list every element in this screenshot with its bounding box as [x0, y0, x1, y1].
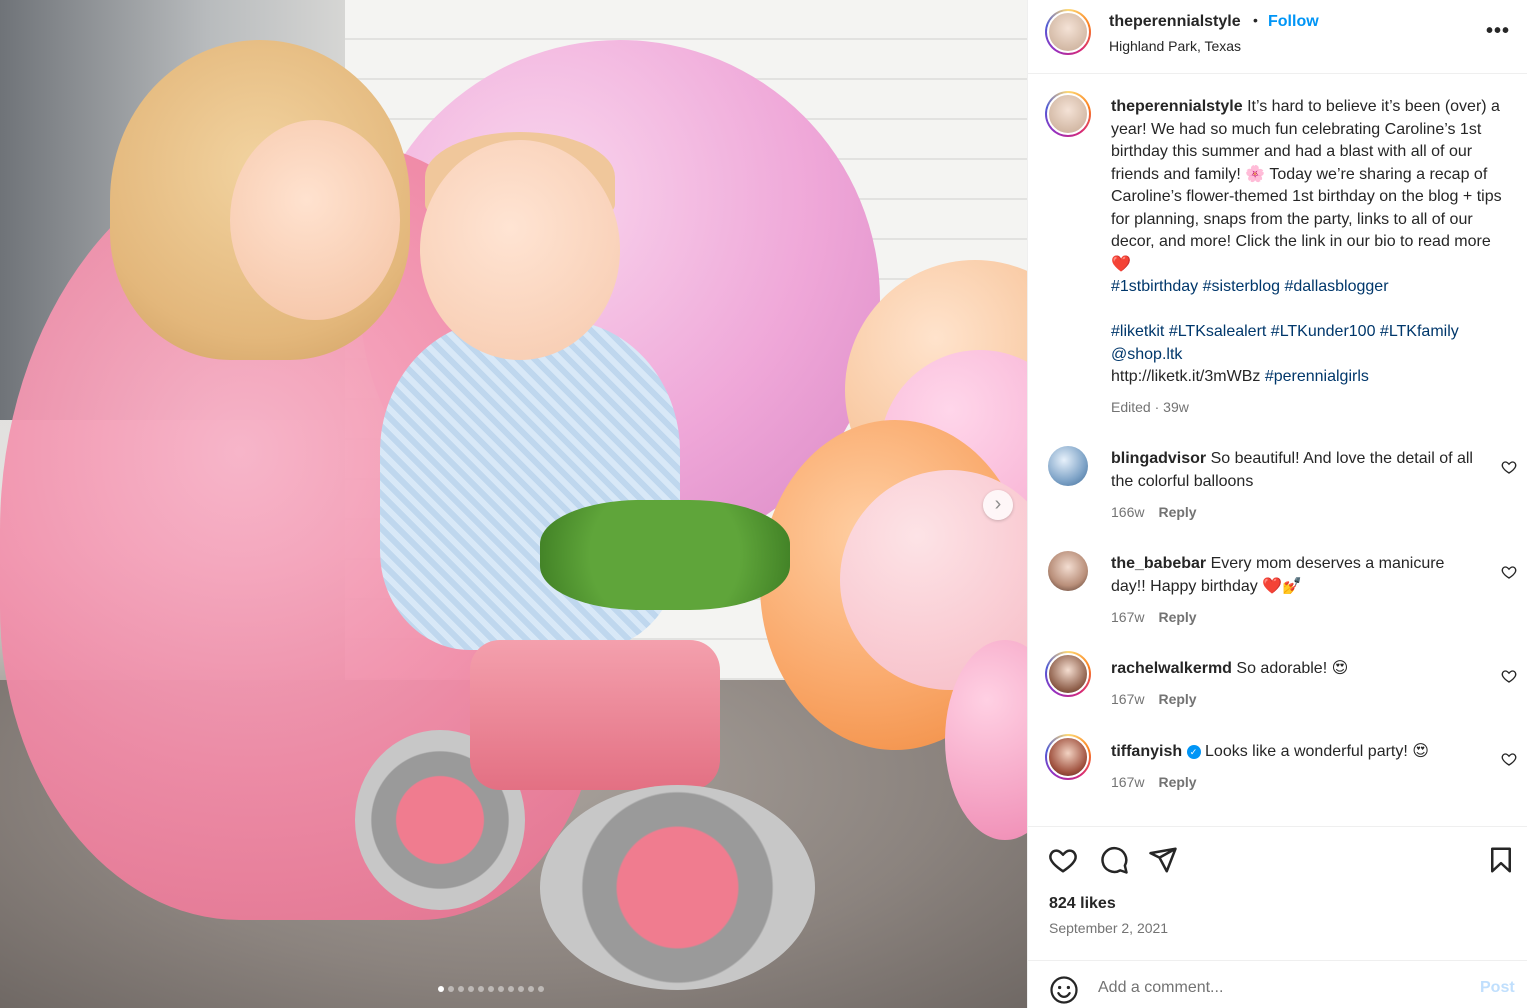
share-paper-plane-icon[interactable]	[1148, 845, 1178, 875]
comment-username[interactable]: the_babebar	[1111, 555, 1206, 572]
baby-face	[420, 140, 620, 360]
caption: theperennialstyle It’s hard to believe i…	[1111, 96, 1506, 418]
comment: the_babebar Every mom deserves a manicur…	[1111, 552, 1481, 629]
like-comment-heart-icon[interactable]	[1501, 564, 1517, 580]
comment-username[interactable]: rachelwalkermd	[1111, 660, 1232, 677]
carousel-dot	[538, 986, 544, 992]
avatar[interactable]	[1045, 9, 1091, 55]
like-heart-icon[interactable]	[1048, 845, 1078, 875]
header-separator: •	[1253, 12, 1258, 28]
carousel-dot	[518, 986, 524, 992]
comment: blingadvisor So beautiful! And love the …	[1111, 447, 1481, 524]
like-comment-heart-icon[interactable]	[1501, 751, 1517, 767]
balance-bike	[470, 640, 720, 790]
likes-count[interactable]: 824 likes	[1049, 895, 1116, 913]
comments-list[interactable]: theperennialstyle It’s hard to believe i…	[1028, 74, 1527, 826]
reply-button[interactable]: Reply	[1158, 774, 1196, 790]
comment-time[interactable]: 167w	[1111, 691, 1144, 707]
mother-face	[230, 120, 400, 320]
comment-text: So adorable! 😍	[1236, 660, 1349, 677]
carousel-next-button[interactable]: ›	[983, 490, 1013, 520]
reply-button[interactable]: Reply	[1158, 609, 1196, 625]
verified-badge-icon: ✓	[1186, 745, 1201, 759]
comment: tiffanyish ✓ Looks like a wonderful part…	[1111, 740, 1481, 794]
like-comment-heart-icon[interactable]	[1501, 668, 1517, 684]
mention-link[interactable]: @shop.ltk	[1111, 346, 1182, 363]
post-photo[interactable]: ›	[0, 0, 1027, 1008]
save-bookmark-icon[interactable]	[1486, 845, 1516, 875]
carousel-dot	[438, 986, 444, 992]
caption-url: http://liketk.it/3mWBz	[1111, 368, 1261, 385]
comment-avatar[interactable]	[1048, 446, 1088, 486]
hashtag[interactable]: #dallasblogger	[1284, 278, 1388, 295]
carousel-indicator	[438, 986, 544, 992]
comment-meta: 167w Reply	[1111, 688, 1481, 711]
header-username[interactable]: theperennialstyle	[1109, 13, 1241, 31]
comment-avatar[interactable]	[1048, 551, 1088, 591]
comment-avatar[interactable]	[1045, 734, 1091, 780]
emoji-icon[interactable]	[1049, 975, 1079, 1005]
bike-wheel	[540, 785, 815, 990]
post-header: theperennialstyle • Follow Highland Park…	[1028, 0, 1527, 74]
reply-button[interactable]: Reply	[1158, 504, 1196, 520]
comment-time[interactable]: 167w	[1111, 609, 1144, 625]
comment-username[interactable]: blingadvisor	[1111, 450, 1206, 467]
carousel-dot	[508, 986, 514, 992]
caption-time[interactable]: 39w	[1163, 399, 1189, 415]
post-comment-button[interactable]: Post	[1480, 979, 1515, 997]
comment-time[interactable]: 167w	[1111, 774, 1144, 790]
post-date[interactable]: September 2, 2021	[1049, 920, 1168, 936]
comment-avatar[interactable]	[1045, 651, 1091, 697]
add-comment-bar: Post	[1028, 960, 1527, 1008]
location-link[interactable]: Highland Park, Texas	[1109, 38, 1241, 54]
green-bow	[540, 500, 790, 610]
post-side-panel: theperennialstyle • Follow Highland Park…	[1027, 0, 1527, 1008]
carousel-dot	[528, 986, 534, 992]
hashtag[interactable]: #1stbirthday	[1111, 278, 1198, 295]
carousel-dot	[458, 986, 464, 992]
carousel-dot	[478, 986, 484, 992]
hashtag[interactable]: #sisterblog	[1203, 278, 1280, 295]
reply-button[interactable]: Reply	[1158, 691, 1196, 707]
edited-label: Edited	[1111, 398, 1151, 415]
comment-bubble-icon[interactable]	[1099, 845, 1129, 875]
comment-meta: 167w Reply	[1111, 771, 1481, 794]
comment-username[interactable]: tiffanyish	[1111, 743, 1182, 760]
caption-text: It’s hard to believe it’s been (over) a …	[1111, 98, 1502, 273]
comment-meta: 167w Reply	[1111, 606, 1481, 629]
hashtag[interactable]: #LTKfamily	[1380, 323, 1459, 340]
carousel-dot	[468, 986, 474, 992]
hashtag[interactable]: #LTKunder100	[1271, 323, 1376, 340]
hashtag[interactable]: #liketkit	[1111, 323, 1164, 340]
more-options-button[interactable]: •••	[1486, 20, 1510, 43]
hashtag[interactable]: #LTKsalealert	[1169, 323, 1267, 340]
comment: rachelwalkermd So adorable! 😍 167w Reply	[1111, 657, 1481, 711]
caption-username[interactable]: theperennialstyle	[1111, 98, 1243, 115]
action-bar	[1028, 826, 1527, 886]
follow-button[interactable]: Follow	[1268, 13, 1319, 31]
carousel-dot	[498, 986, 504, 992]
comment-meta: 166w Reply	[1111, 501, 1481, 524]
caption-meta: Edited · 39w	[1111, 398, 1189, 415]
hashtag[interactable]: #perennialgirls	[1265, 368, 1369, 385]
caption-avatar[interactable]	[1045, 91, 1091, 137]
carousel-dot	[488, 986, 494, 992]
comment-text: Looks like a wonderful party! 😍	[1205, 743, 1429, 760]
comment-input[interactable]	[1098, 973, 1458, 1003]
like-comment-heart-icon[interactable]	[1501, 459, 1517, 475]
comment-time[interactable]: 166w	[1111, 504, 1144, 520]
carousel-dot	[448, 986, 454, 992]
